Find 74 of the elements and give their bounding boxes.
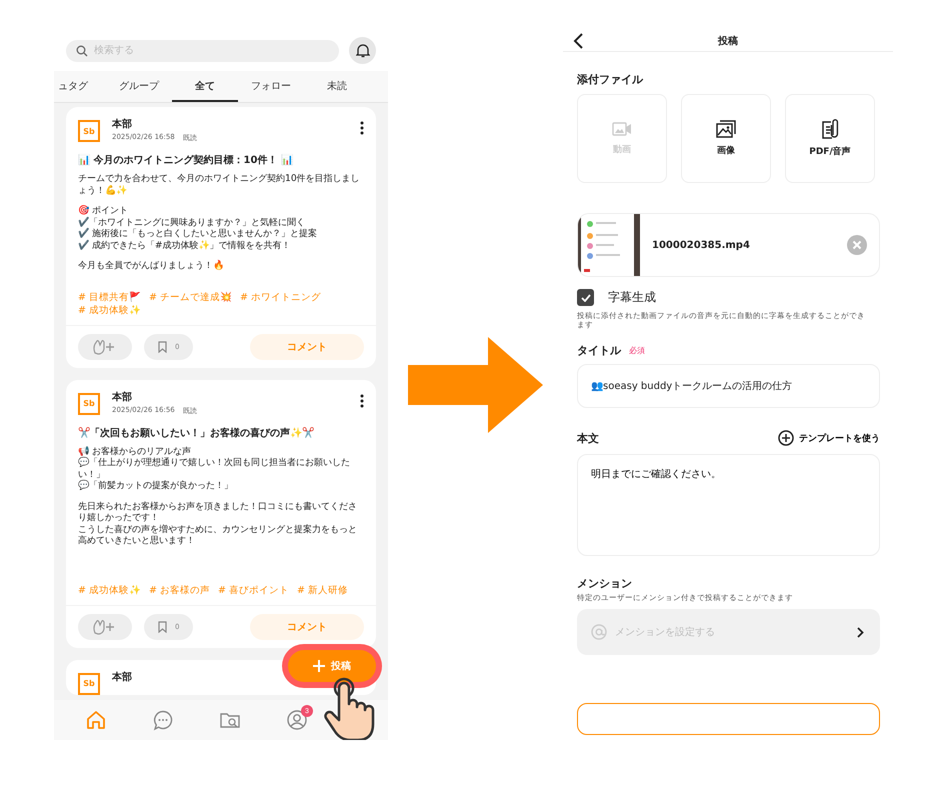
- checkbox-label: 字幕生成: [608, 289, 656, 306]
- attachment-tile[interactable]: 画像: [681, 94, 771, 184]
- profile-icon: [286, 709, 308, 731]
- file-name: 1000020385.mp4: [651, 240, 751, 251]
- avatar-logo: Sb: [78, 392, 100, 414]
- required-label: 必須: [629, 345, 645, 356]
- field-label: タイトル: [577, 343, 621, 358]
- document-clip-icon: [821, 119, 839, 140]
- hashtag-link[interactable]: # 成功体験✨: [78, 584, 141, 596]
- post-text-line: ✔ 施術後に「もっと白くしたいと思いませんか？」と提案: [78, 228, 318, 240]
- post-title: ✂「次回もお願いしたい！」お客様の喜びの声✨✂: [78, 426, 315, 440]
- post-text-line: 💬「仕上がりが理想通りで嬉しい！次回も同じ担当者にお願いしたい！」: [78, 457, 351, 480]
- chevron-right-icon: [857, 626, 864, 638]
- remove-file-button[interactable]: [847, 235, 867, 256]
- at-icon: [591, 624, 607, 640]
- image-icon: [716, 120, 736, 138]
- more-icon[interactable]: [360, 121, 364, 135]
- post-text-line: 先日来られたお客様からお声を頂きました！口コミにも書いてくださり嬉しかったです！: [78, 500, 358, 524]
- hashtag-link[interactable]: # ホワイトニング: [240, 290, 321, 304]
- author-name: 本部: [112, 390, 133, 404]
- template-link[interactable]: テンプレートを使う: [778, 430, 880, 446]
- post-text-line: 💬「前髪カットの提案が良かった！」: [78, 480, 234, 492]
- notification-button[interactable]: [349, 37, 376, 64]
- plus-circle-icon: [778, 430, 794, 446]
- author-name: 本部: [112, 670, 133, 684]
- close-icon: [847, 235, 867, 256]
- field-label: 本文: [577, 430, 599, 446]
- avatar-logo: Sb: [78, 120, 100, 142]
- author-name: 本部: [112, 118, 133, 131]
- hashtag-link[interactable]: # 目標共有🚩: [78, 290, 141, 304]
- clap-button[interactable]: [78, 614, 132, 640]
- feed-tab[interactable]: グループ: [106, 71, 172, 102]
- title-field[interactable]: 👥soeasy buddyトークルームの活用の仕方: [577, 364, 880, 408]
- bell-icon: [356, 43, 370, 58]
- video-camera-icon: [612, 121, 632, 138]
- post-text-line: チームで力を合わせて、今月のホワイトニング契約10件を目指しましょう！💪✨: [78, 173, 361, 196]
- attachment-tile[interactable]: PDF/音声: [785, 94, 875, 184]
- post-text-line: 📢 お客様からのリアルな声: [78, 446, 192, 456]
- feed-tab[interactable]: 未読: [304, 71, 370, 102]
- body-field[interactable]: 明日までにご確認ください。: [577, 454, 880, 556]
- subtitle-checkbox[interactable]: [577, 289, 594, 306]
- post-title: 📊 今月のホワイトニング契約目標：10件！ 📊: [78, 154, 294, 167]
- search-icon: [76, 44, 88, 56]
- field-label: メンション: [577, 576, 633, 592]
- section-label: 添付ファイル: [577, 72, 644, 88]
- feed-tab[interactable]: ュタグ: [54, 71, 106, 102]
- feed-tab[interactable]: フォロー: [238, 71, 304, 102]
- screen-title: 投稿: [716, 34, 739, 48]
- home-icon: [84, 709, 106, 731]
- bookmark-icon: [158, 340, 167, 352]
- post-text-line: こうした喜びの声を増やすために、カウンセリングと提案力をもっと高めていきたいと思います！: [78, 524, 358, 546]
- post-text-line: 🎯 ポイント: [78, 205, 129, 216]
- more-icon[interactable]: [360, 394, 364, 408]
- back-button[interactable]: [573, 32, 583, 49]
- post-button[interactable]: 投稿: [288, 650, 376, 682]
- post-text-line: ✔ 成約できたら「#成功体験✨」で情報をを共有！: [78, 240, 292, 251]
- hashtag-link[interactable]: # チームで達成💥: [148, 290, 232, 304]
- hashtag-link[interactable]: # 喜びポイント: [218, 584, 289, 596]
- check-icon: [580, 294, 590, 302]
- avatar-logo: Sb: [78, 672, 100, 694]
- comment-button[interactable]: コメント: [250, 614, 364, 640]
- post-text-line: ✔「ホワイトニングに興味ありますか？」と気軽に聞く: [78, 216, 306, 228]
- hashtag-link[interactable]: # お客様の声: [148, 584, 210, 596]
- chat-icon: [152, 709, 174, 731]
- plus-icon: [313, 660, 325, 672]
- post-text-line: 今月も全員でがんばりましょう！🔥: [78, 260, 225, 272]
- right-arrow-icon: [408, 337, 543, 433]
- comment-button[interactable]: コメント: [250, 334, 364, 360]
- bookmark-icon: [158, 620, 167, 632]
- submit-button[interactable]: [577, 703, 880, 735]
- hashtag-link[interactable]: # 成功体験✨: [78, 304, 141, 316]
- hashtag-link[interactable]: # 新人研修: [296, 584, 348, 596]
- clap-button[interactable]: [78, 334, 132, 360]
- back-icon: [573, 32, 583, 49]
